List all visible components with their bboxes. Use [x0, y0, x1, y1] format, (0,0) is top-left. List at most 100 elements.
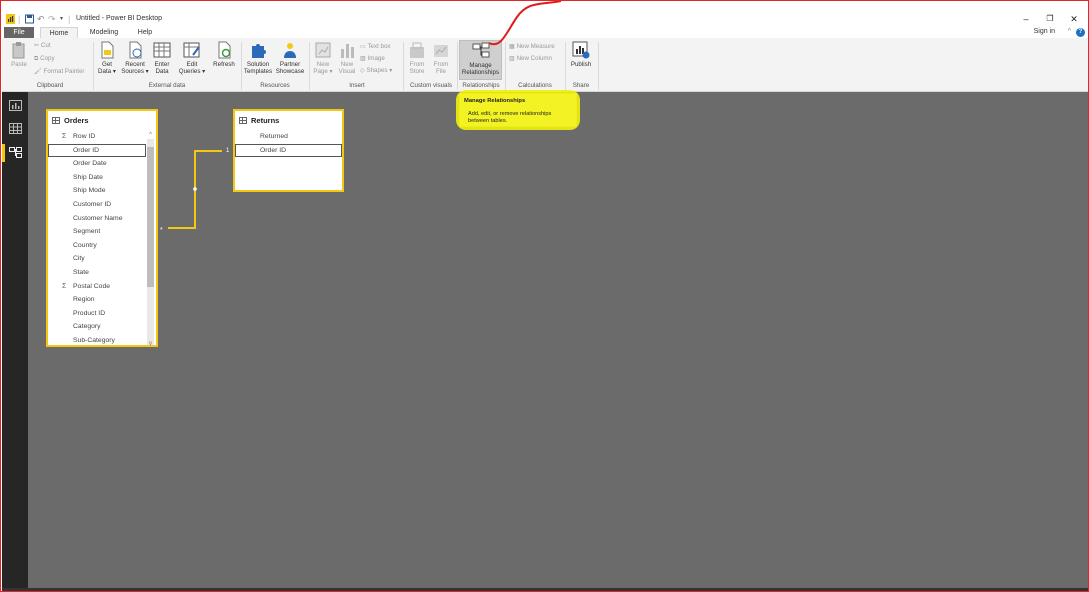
field-label: Customer ID [73, 201, 112, 208]
cut-button[interactable]: ✂ Cut [34, 42, 51, 50]
table-field[interactable]: Returned [260, 133, 288, 140]
manage-relationships-button[interactable]: Manage Relationships [459, 40, 502, 80]
copy-button[interactable]: ⧉ Copy [34, 55, 55, 63]
new-visual-button[interactable]: New Visual [336, 41, 358, 75]
refresh-icon [218, 41, 231, 59]
table-field[interactable]: Σ Postal Code [62, 282, 111, 290]
orders-table-card[interactable]: Orders Σ Row ID Order ID Order Date Ship Dat… [46, 109, 158, 347]
text-box-button[interactable]: ▭ Text box [360, 43, 391, 51]
enter-data-button[interactable]: Enter Data [151, 41, 173, 75]
field-label: Customer Name [73, 214, 123, 222]
ribbon: Paste ✂ Cut ⧉ Copy 🖌 Format Painter Clip… [2, 38, 1088, 92]
orders-scroll-thumb[interactable] [147, 147, 154, 287]
table-field[interactable]: City [73, 255, 85, 262]
field-label: Ship Date [73, 173, 103, 181]
table-field[interactable]: Order ID [260, 147, 286, 154]
get-data-button[interactable]: Get Data ▾ [96, 41, 118, 75]
table-field[interactable]: Order ID [73, 147, 99, 154]
data-view-icon[interactable] [9, 123, 22, 134]
tab-modeling[interactable]: Modeling [84, 27, 124, 38]
field-label: Segment [73, 228, 101, 236]
new-page-label-1: New [316, 61, 330, 68]
partner-showcase-icon [284, 43, 296, 58]
sigma-icon: Σ [62, 133, 67, 140]
report-view-icon[interactable] [9, 100, 22, 111]
refresh-button[interactable]: Refresh [211, 41, 237, 68]
undo-icon[interactable]: ↶ [37, 14, 45, 24]
from-file-button[interactable]: From File [430, 41, 452, 75]
help-icon[interactable]: ? [1076, 28, 1085, 37]
minimize-button[interactable]: – [1017, 13, 1035, 25]
partner-showcase-button[interactable]: Partner Showcase [274, 41, 306, 75]
from-store-button[interactable]: From Store [406, 41, 428, 75]
field-label: Sub-Category [73, 337, 115, 344]
table-field[interactable]: Region [73, 296, 95, 303]
new-measure-button[interactable]: ▦ New Measure [509, 43, 555, 51]
format-painter-button[interactable]: 🖌 Format Painter [34, 68, 85, 76]
from-file-label-1: From [433, 61, 449, 68]
from-store-label-1: From [409, 61, 425, 68]
window-title: Untitled - Power BI Desktop [76, 15, 162, 22]
collapse-ribbon-icon[interactable]: ^ [1068, 28, 1071, 35]
new-page-button[interactable]: New Page ▾ [312, 41, 334, 75]
table-field[interactable]: State [73, 269, 89, 276]
table-field[interactable]: Ship Date [73, 174, 103, 181]
save-icon[interactable] [25, 14, 34, 24]
table-field[interactable]: Σ Row ID [62, 133, 96, 140]
cut-icon: ✂ [34, 42, 41, 49]
field-label: Postal Code [73, 282, 111, 290]
new-column-icon: ▥ [509, 55, 517, 62]
table-field[interactable]: Segment [73, 228, 100, 235]
edit-queries-button[interactable]: Edit Queries ▾ [177, 41, 207, 75]
paste-button[interactable]: Paste [8, 41, 30, 68]
tab-help[interactable]: Help [130, 27, 160, 38]
table-field[interactable]: Customer ID [73, 201, 111, 208]
relationships-canvas[interactable] [28, 92, 1088, 588]
tab-file[interactable]: File [4, 27, 34, 38]
ribbon-separator [241, 42, 242, 90]
new-page-label-2: Page ▾ [313, 68, 333, 75]
table-field[interactable]: Country [73, 242, 97, 249]
sigma-icon: Σ [62, 282, 67, 290]
quick-access-dropdown-icon[interactable]: ▾ [60, 14, 63, 24]
table-field[interactable]: Ship Mode [73, 187, 106, 194]
table-field[interactable]: Sub-Category [73, 337, 115, 344]
title-bar: | ↶ ↷ ▾ | Untitled - Power BI Desktop – … [2, 11, 1088, 27]
relationships-view-icon[interactable] [9, 147, 22, 158]
field-label: State [73, 269, 89, 276]
restore-button[interactable]: ❐ [1041, 13, 1059, 25]
get-data-label-1: Get [102, 61, 112, 68]
returns-table-title: Returns [251, 116, 280, 125]
shapes-label: Shapes ▾ [366, 67, 393, 74]
table-field[interactable]: Customer Name [73, 215, 122, 222]
store-icon [410, 42, 424, 58]
close-button[interactable]: ✕ [1065, 13, 1083, 25]
table-field[interactable]: Product ID [73, 310, 105, 317]
image-button[interactable]: ▨ Image [360, 55, 385, 63]
redo-icon[interactable]: ↷ [48, 14, 56, 24]
tooltip-title: Manage Relationships [464, 98, 526, 104]
paste-label: Paste [11, 61, 27, 68]
table-icon [239, 117, 247, 124]
manage-relationships-tooltip: Manage Relationships Add, edit, or remov… [456, 90, 580, 130]
group-label-resources: Resources [260, 82, 290, 89]
field-label: Row ID [73, 133, 96, 140]
recent-sources-button[interactable]: Recent Sources ▾ [121, 41, 149, 75]
field-label: Region [73, 296, 95, 304]
orders-scrollbar[interactable]: ^ v [147, 132, 154, 347]
table-field[interactable]: Category [73, 323, 101, 330]
edit-queries-label-2: Queries ▾ [178, 68, 206, 75]
table-field[interactable]: Order Date [73, 160, 107, 167]
sign-in-link[interactable]: Sign in [1034, 28, 1055, 35]
solution-templates-button[interactable]: Solution Templates [243, 41, 273, 75]
shapes-button[interactable]: ◇ Shapes ▾ [360, 67, 392, 75]
solution-templates-label-1: Solution [246, 61, 270, 68]
enter-data-icon [153, 42, 171, 58]
ribbon-separator [565, 42, 566, 90]
scroll-down-icon[interactable]: v [147, 341, 154, 347]
new-column-button[interactable]: ▥ New Column [509, 55, 552, 63]
publish-button[interactable]: Publish [568, 41, 594, 68]
returns-table-card[interactable]: Returns Returned Order ID [233, 109, 344, 192]
scroll-up-icon[interactable]: ^ [147, 132, 154, 138]
tab-home[interactable]: Home [40, 27, 78, 38]
